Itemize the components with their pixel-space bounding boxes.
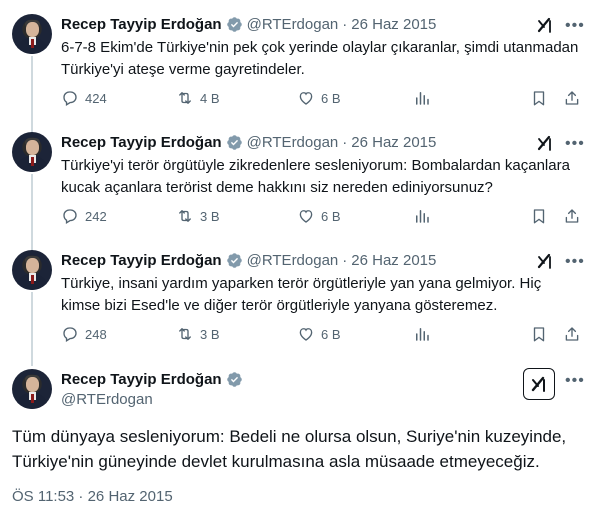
like-button[interactable]: 6 B: [297, 89, 341, 107]
reply-count: 424: [85, 90, 107, 106]
verified-badge-icon: [226, 17, 242, 32]
like-count: 6 B: [321, 208, 341, 224]
author-handle[interactable]: @RTErdogan: [61, 391, 153, 408]
tweet-actions: 248 3 B 6 B: [61, 325, 591, 347]
retweet-count: 3 B: [200, 208, 220, 224]
bookmark-icon: [533, 327, 545, 342]
retweet-button[interactable]: 3 B: [176, 325, 220, 343]
verified-badge-icon: [226, 253, 242, 268]
tweet-text: Türkiye, insani yardım yaparken terör ör…: [61, 275, 542, 314]
avatar[interactable]: [12, 250, 52, 290]
avatar[interactable]: [12, 132, 52, 172]
bookmark-icon: [533, 209, 545, 224]
retweet-icon: [179, 210, 191, 222]
grok-icon[interactable]: [535, 251, 555, 271]
like-count: 6 B: [321, 326, 341, 342]
grok-icon: [531, 376, 545, 392]
reply-button[interactable]: 242: [61, 207, 107, 225]
reply-icon: [63, 327, 77, 342]
verified-badge-icon: [226, 372, 242, 387]
views-icon: [416, 92, 429, 105]
main-tweet-text: Tüm dünyaya sesleniyorum: Bedeli ne olur…: [12, 427, 567, 471]
reply-button[interactable]: 424: [61, 89, 107, 107]
tweet-text: 6-7-8 Ekim'de Türkiye'nin pek çok yerind…: [61, 39, 579, 78]
author-handle[interactable]: @RTErdogan: [247, 134, 339, 151]
tweet-text: Türkiye'yi terör örgütüyle zikredenlere …: [61, 157, 570, 196]
tweet-timestamp[interactable]: ÖS 11:53 · 26 Haz 2015: [12, 488, 173, 505]
share-icon: [565, 91, 579, 105]
separator-dot: ·: [342, 134, 348, 151]
reply-count: 248: [85, 326, 107, 342]
author-name[interactable]: Recep Tayyip Erdoğan: [61, 134, 222, 151]
separator-dot: ·: [342, 252, 348, 269]
author-handle[interactable]: @RTErdogan: [247, 16, 339, 33]
retweet-button[interactable]: 4 B: [176, 89, 220, 107]
tweet-date[interactable]: 26 Haz 2015: [351, 134, 436, 151]
thread-tweet[interactable]: Recep Tayyip Erdoğan @RTErdogan · 26 Haz 20…: [0, 118, 600, 236]
like-button[interactable]: 6 B: [297, 325, 341, 343]
retweet-button[interactable]: 3 B: [176, 207, 220, 225]
share-icon: [565, 327, 579, 341]
reply-count: 242: [85, 208, 107, 224]
views-icon: [416, 328, 429, 341]
share-button[interactable]: [563, 89, 587, 107]
more-icon[interactable]: •••: [565, 254, 585, 270]
tweet-header: Recep Tayyip Erdoğan @RTErdogan · 26 Haz 20…: [61, 252, 436, 269]
tweet-header: Recep Tayyip Erdoğan @RTErdogan · 26 Haz 20…: [61, 16, 436, 33]
separator-dot: ·: [342, 16, 348, 33]
reply-icon: [63, 91, 77, 106]
bookmark-button[interactable]: [530, 325, 554, 343]
views-button[interactable]: [413, 89, 437, 107]
author-name[interactable]: Recep Tayyip Erdoğan: [61, 16, 222, 33]
like-icon: [299, 210, 313, 223]
tweet-date[interactable]: 26 Haz 2015: [351, 16, 436, 33]
author-handle[interactable]: @RTErdogan: [247, 252, 339, 269]
thread-tweet[interactable]: Recep Tayyip Erdoğan @RTErdogan · 26 Haz 20…: [0, 0, 600, 118]
share-button[interactable]: [563, 325, 587, 343]
views-button[interactable]: [413, 325, 437, 343]
tweet-actions: 242 3 B 6 B: [61, 207, 591, 229]
retweet-count: 4 B: [200, 90, 220, 106]
avatar[interactable]: [12, 369, 52, 409]
tweet-actions: 424 4 B 6 B: [61, 89, 591, 111]
like-button[interactable]: 6 B: [297, 207, 341, 225]
bookmark-button[interactable]: [530, 89, 554, 107]
reply-icon: [63, 209, 77, 224]
retweet-icon: [179, 92, 191, 104]
reply-button[interactable]: 248: [61, 325, 107, 343]
retweet-count: 3 B: [200, 326, 220, 342]
share-icon: [565, 209, 579, 223]
views-icon: [416, 210, 429, 223]
views-button[interactable]: [413, 207, 437, 225]
share-button[interactable]: [563, 207, 587, 225]
like-icon: [299, 92, 313, 105]
bookmark-button[interactable]: [530, 207, 554, 225]
grok-icon[interactable]: [535, 15, 555, 35]
more-icon[interactable]: •••: [565, 18, 585, 34]
author-name[interactable]: Recep Tayyip Erdoğan: [61, 371, 222, 388]
grok-button[interactable]: [523, 368, 555, 400]
tweet-date[interactable]: 26 Haz 2015: [351, 252, 436, 269]
bookmark-icon: [533, 91, 545, 106]
retweet-icon: [179, 328, 191, 340]
main-tweet: Recep Tayyip Erdoğan @RTErdogan ••• Tüm …: [0, 366, 600, 515]
author-name[interactable]: Recep Tayyip Erdoğan: [61, 252, 222, 269]
like-count: 6 B: [321, 90, 341, 106]
thread-tweet[interactable]: Recep Tayyip Erdoğan @RTErdogan · 26 Haz 20…: [0, 236, 600, 354]
more-icon[interactable]: •••: [565, 136, 585, 152]
tweet-header: Recep Tayyip Erdoğan @RTErdogan · 26 Haz 20…: [61, 134, 436, 151]
like-icon: [299, 328, 313, 341]
main-author-name-row[interactable]: Recep Tayyip Erdoğan: [61, 371, 243, 388]
grok-icon[interactable]: [535, 133, 555, 153]
avatar[interactable]: [12, 14, 52, 54]
verified-badge-icon: [226, 135, 242, 150]
more-icon[interactable]: •••: [565, 373, 585, 389]
